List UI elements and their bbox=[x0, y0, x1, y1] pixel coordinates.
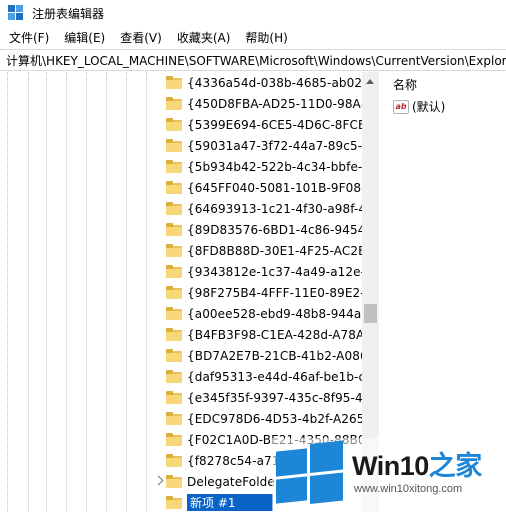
brand-suffix: 之家 bbox=[428, 451, 483, 481]
expand-chevron-icon[interactable] bbox=[153, 475, 164, 486]
scrollbar-thumb[interactable] bbox=[364, 304, 377, 323]
watermark-url: www.win10xitong.com bbox=[354, 483, 463, 495]
tree-key-label: {64693913-1c21-4f30-a98f-4e bbox=[187, 201, 374, 216]
tree-key[interactable]: DelegateFolde bbox=[153, 471, 275, 492]
tree-key-label: {BD7A2E7B-21CB-41b2-A086- bbox=[187, 348, 373, 363]
tree-key-label: {9343812e-1c37-4a49-a12e-4b bbox=[187, 264, 379, 279]
window-title: 注册表编辑器 bbox=[32, 6, 105, 21]
folder-icon bbox=[166, 181, 182, 194]
folder-icon bbox=[166, 412, 182, 425]
tree-key[interactable]: {8FD8B88D-30E1-4F25-AC2B- bbox=[166, 240, 371, 261]
folder-icon bbox=[166, 328, 182, 341]
tree-key-label: DelegateFolde bbox=[187, 474, 275, 489]
tree-key-label: {f8278c54-a71 bbox=[187, 453, 280, 468]
tree-guide-line bbox=[28, 72, 29, 512]
tree-guide-line bbox=[46, 72, 47, 512]
folder-icon bbox=[166, 97, 182, 110]
tree-key-label: {89D83576-6BD1-4c86-9454-E bbox=[187, 222, 378, 237]
menu-view[interactable]: 查看(V) bbox=[119, 27, 163, 48]
folder-icon bbox=[166, 76, 182, 89]
folder-icon bbox=[166, 244, 182, 257]
tree-key-label: {4336a54d-038b-4685-ab02-9 bbox=[187, 75, 375, 90]
tree-key-label: {59031a47-3f72-44a7-89c5-55 bbox=[187, 138, 378, 153]
tree-key-label: {5b934b42-522b-4c34-bbfe-3 bbox=[187, 159, 371, 174]
brand-prefix: Win10 bbox=[352, 451, 429, 481]
tree-key[interactable]: {59031a47-3f72-44a7-89c5-55 bbox=[166, 135, 378, 156]
folder-icon bbox=[166, 160, 182, 173]
folder-icon bbox=[166, 349, 182, 362]
menu-help[interactable]: 帮助(H) bbox=[244, 27, 288, 48]
scroll-up-arrow-icon[interactable] bbox=[366, 79, 374, 84]
tree-key[interactable]: {EDC978D6-4D53-4b2f-A265-5 bbox=[166, 408, 377, 429]
tree-key[interactable]: {5399E694-6CE5-4D6C-8FCE-1 bbox=[166, 114, 378, 135]
folder-icon bbox=[166, 118, 182, 131]
folder-icon bbox=[166, 433, 182, 446]
tree-guide-line bbox=[126, 72, 127, 512]
folder-icon bbox=[166, 496, 182, 509]
tree-key-label: {B4FB3F98-C1EA-428d-A78A-D bbox=[187, 327, 378, 342]
title-bar: 注册表编辑器 bbox=[0, 0, 506, 26]
tree-key[interactable]: {4336a54d-038b-4685-ab02-9 bbox=[166, 72, 374, 93]
folder-icon bbox=[166, 202, 182, 215]
tree-key-label: {e345f35f-9397-435c-8f95-4e9 bbox=[187, 390, 378, 405]
folder-icon bbox=[166, 223, 182, 236]
tree-key[interactable]: {BD7A2E7B-21CB-41b2-A086- bbox=[166, 345, 372, 366]
folder-icon bbox=[166, 475, 182, 488]
menu-edit[interactable]: 编辑(E) bbox=[63, 27, 106, 48]
tree-key[interactable]: {450D8FBA-AD25-11D0-98A8- bbox=[166, 93, 373, 114]
tree-guide-line bbox=[146, 72, 147, 512]
folder-icon bbox=[166, 265, 182, 278]
menu-bar: 文件(F) 编辑(E) 查看(V) 收藏夹(A) 帮助(H) bbox=[0, 26, 506, 48]
address-path: 计算机\HKEY_LOCAL_MACHINE\SOFTWARE\Microsof… bbox=[6, 53, 506, 68]
tree-guide-line bbox=[106, 72, 107, 512]
address-bar[interactable]: 计算机\HKEY_LOCAL_MACHINE\SOFTWARE\Microsof… bbox=[0, 49, 506, 71]
menu-file[interactable]: 文件(F) bbox=[8, 27, 50, 48]
tree-key[interactable]: {B4FB3F98-C1EA-428d-A78A-D bbox=[166, 324, 378, 345]
tree-key[interactable]: {e345f35f-9397-435c-8f95-4e9 bbox=[166, 387, 378, 408]
tree-key-label: {EDC978D6-4D53-4b2f-A265-5 bbox=[187, 411, 377, 426]
folder-icon bbox=[166, 370, 182, 383]
value-name: (默认) bbox=[412, 100, 446, 114]
tree-key[interactable]: {5b934b42-522b-4c34-bbfe-3 bbox=[166, 156, 370, 177]
tree-key-label: {8FD8B88D-30E1-4F25-AC2B- bbox=[187, 243, 371, 258]
tree-key-new[interactable]: 新项 #1 bbox=[166, 492, 273, 512]
tree-key-label: {450D8FBA-AD25-11D0-98A8- bbox=[187, 96, 374, 111]
value-row[interactable]: ab (默认) bbox=[393, 98, 445, 115]
tree-guide-line bbox=[7, 72, 8, 512]
tree-key[interactable]: {daf95313-e44d-46af-be1b-cb bbox=[166, 366, 373, 387]
tree-key-label: {98F275B4-4FFF-11E0-89E2-7E bbox=[187, 285, 379, 300]
tree-key[interactable]: {9343812e-1c37-4a49-a12e-4b bbox=[166, 261, 379, 282]
string-value-icon: ab bbox=[393, 99, 409, 114]
tree-key[interactable]: {a00ee528-ebd9-48b8-944a-8 bbox=[166, 303, 374, 324]
folder-icon bbox=[166, 391, 182, 404]
windows-logo-icon bbox=[276, 438, 344, 505]
folder-icon bbox=[166, 454, 182, 467]
tree-key[interactable]: {f8278c54-a71 bbox=[166, 450, 280, 471]
tree-guide-line bbox=[66, 72, 67, 512]
regedit-app-icon bbox=[8, 5, 24, 21]
tree-key[interactable]: {645FF040-5081-101B-9F08-00 bbox=[166, 177, 379, 198]
tree-key-label: {a00ee528-ebd9-48b8-944a-8 bbox=[187, 306, 374, 321]
tree-key-label: {daf95313-e44d-46af-be1b-cb bbox=[187, 369, 373, 384]
tree-key-label: {645FF040-5081-101B-9F08-00 bbox=[187, 180, 379, 195]
folder-icon bbox=[166, 139, 182, 152]
column-header-name[interactable]: 名称 bbox=[381, 72, 506, 96]
watermark: Win10之家 www.win10xitong.com bbox=[272, 438, 506, 512]
rename-key-input[interactable]: 新项 #1 bbox=[187, 494, 273, 511]
folder-icon bbox=[166, 307, 182, 320]
tree-key[interactable]: {64693913-1c21-4f30-a98f-4e bbox=[166, 198, 374, 219]
tree-guide-line bbox=[86, 72, 87, 512]
tree-key[interactable]: {98F275B4-4FFF-11E0-89E2-7E bbox=[166, 282, 379, 303]
tree-key-label: {5399E694-6CE5-4D6C-8FCE-1 bbox=[187, 117, 378, 132]
watermark-brand: Win10之家 bbox=[352, 444, 482, 483]
folder-icon bbox=[166, 286, 182, 299]
menu-favorites[interactable]: 收藏夹(A) bbox=[176, 27, 232, 48]
tree-key[interactable]: {89D83576-6BD1-4c86-9454-E bbox=[166, 219, 378, 240]
